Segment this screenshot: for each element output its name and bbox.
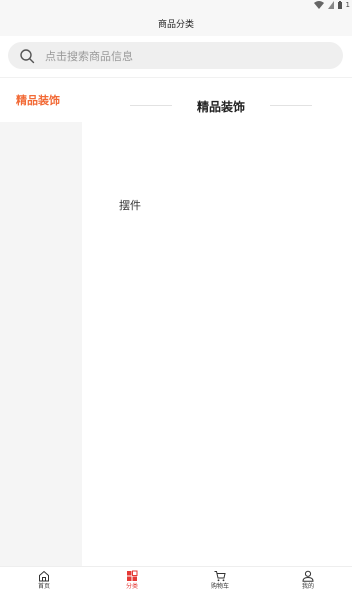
tab-category[interactable]: 分类 bbox=[88, 567, 176, 593]
battery-icon bbox=[337, 1, 342, 9]
status-icons: 1 bbox=[313, 0, 350, 10]
category-icon bbox=[127, 570, 138, 581]
search-icon bbox=[20, 48, 35, 63]
tab-label: 首页 bbox=[37, 583, 50, 590]
tab-label: 分类 bbox=[125, 583, 138, 590]
category-item-label: 摆件 bbox=[119, 199, 141, 212]
sidebar-item-jingpin-zhuangshi[interactable]: 精品装饰 bbox=[0, 78, 82, 122]
tab-home[interactable]: 首页 bbox=[0, 567, 88, 593]
signal-icon bbox=[327, 1, 334, 9]
page-title: 商品分类 bbox=[157, 19, 194, 30]
tab-cart[interactable]: 购物车 bbox=[176, 567, 264, 593]
category-item[interactable]: 摆件 bbox=[112, 195, 152, 215]
section-title: 精品装饰 bbox=[196, 100, 245, 114]
wifi-icon bbox=[313, 1, 324, 9]
tab-label: 我的 bbox=[301, 583, 314, 590]
header: 商品分类 bbox=[0, 10, 352, 36]
tab-mine[interactable]: 我的 bbox=[264, 567, 352, 593]
user-icon bbox=[302, 570, 314, 582]
bottom-tab-bar: 首页 分类 购物车 我的 bbox=[0, 566, 352, 593]
section-divider-left bbox=[130, 105, 172, 106]
section-divider-right bbox=[270, 105, 312, 106]
search-input[interactable]: 点击搜索商品信息 bbox=[45, 48, 133, 64]
status-bar: 1 bbox=[0, 0, 352, 10]
home-icon bbox=[39, 570, 49, 582]
sidebar-item-label: 精品装饰 bbox=[16, 94, 60, 107]
battery-level: 1 bbox=[345, 1, 350, 9]
category-sidebar: 精品装饰 bbox=[0, 78, 82, 566]
section-header: 精品装饰 bbox=[82, 92, 352, 120]
search-bar[interactable]: 点击搜索商品信息 bbox=[8, 42, 343, 69]
cart-icon bbox=[214, 571, 226, 582]
tab-label: 购物车 bbox=[210, 583, 229, 590]
